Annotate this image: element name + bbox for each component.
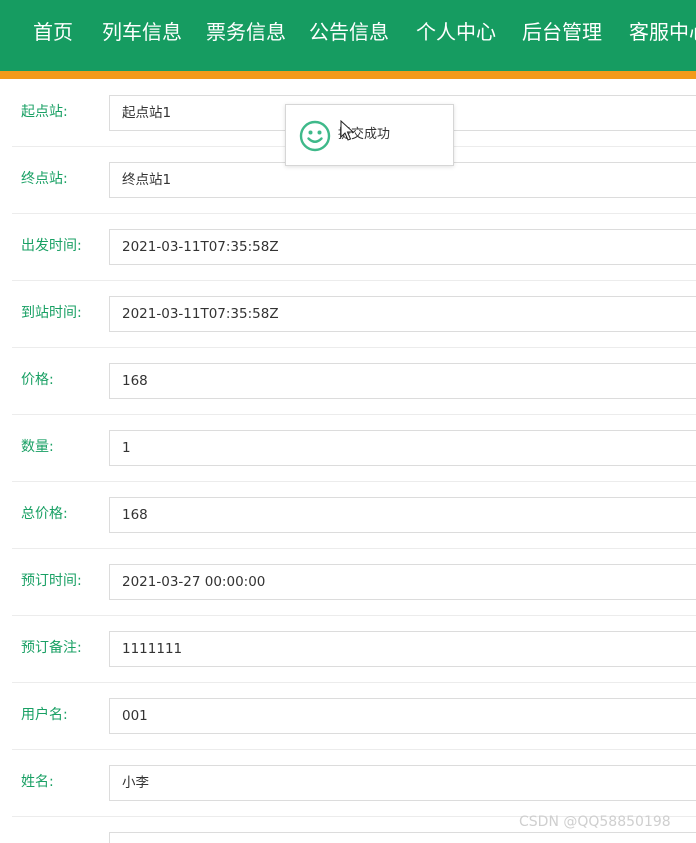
departure-time-input[interactable]: 2021-03-11T07:35:58Z: [109, 229, 696, 265]
booking-note-input[interactable]: 1111111: [109, 631, 696, 667]
form-row-arrival-time: 到站时间: 2021-03-11T07:35:58Z: [12, 280, 696, 348]
nav-item-home[interactable]: 首页: [33, 0, 73, 64]
total-price-input[interactable]: 168: [109, 497, 696, 533]
next-field-input[interactable]: [109, 832, 696, 843]
quantity-input[interactable]: 1: [109, 430, 696, 466]
nav-item-admin[interactable]: 后台管理: [522, 0, 602, 64]
field-label: 终点站:: [21, 171, 68, 187]
nav-item-trains[interactable]: 列车信息: [102, 0, 182, 64]
success-toast: 提交成功: [285, 104, 454, 166]
form-row-price: 价格: 168: [12, 347, 696, 415]
field-label: 用户名:: [21, 707, 68, 723]
field-label: 姓名:: [21, 774, 54, 790]
page: 首页 列车信息 票务信息 公告信息 个人中心 后台管理 客服中心 起点站: 起点…: [0, 0, 696, 843]
field-label: 预订时间:: [21, 573, 82, 589]
form-row-quantity: 数量: 1: [12, 414, 696, 482]
mouse-cursor-icon: [340, 120, 354, 141]
top-nav: 首页 列车信息 票务信息 公告信息 个人中心 后台管理 客服中心: [0, 0, 696, 71]
smile-icon: [299, 120, 331, 152]
form-row-total-price: 总价格: 168: [12, 481, 696, 549]
username-input[interactable]: 001: [109, 698, 696, 734]
field-label: 价格:: [21, 372, 54, 388]
name-input[interactable]: 小李: [109, 765, 696, 801]
price-input[interactable]: 168: [109, 363, 696, 399]
nav-item-notices[interactable]: 公告信息: [309, 0, 389, 64]
end-station-input[interactable]: 终点站1: [109, 162, 696, 198]
nav-accent-bar: [0, 71, 696, 79]
nav-item-personal-center[interactable]: 个人中心: [416, 0, 496, 64]
watermark: CSDN @QQ58850198: [519, 814, 671, 830]
booking-time-input[interactable]: 2021-03-27 00:00:00: [109, 564, 696, 600]
form-row-name: 姓名: 小李: [12, 749, 696, 817]
form-row-username: 用户名: 001: [12, 682, 696, 750]
field-label: 起点站:: [21, 104, 68, 120]
nav-item-customer-service[interactable]: 客服中心: [629, 0, 696, 64]
field-label: 到站时间:: [21, 305, 82, 321]
form-row-departure-time: 出发时间: 2021-03-11T07:35:58Z: [12, 213, 696, 281]
field-label: 预订备注:: [21, 640, 82, 656]
order-form: 起点站: 起点站1 终点站: 终点站1 出发时间: 2021-03-11T07:…: [0, 79, 696, 843]
field-label: 数量:: [21, 439, 54, 455]
nav-item-tickets[interactable]: 票务信息: [206, 0, 286, 64]
form-row-booking-time: 预订时间: 2021-03-27 00:00:00: [12, 548, 696, 616]
form-row-booking-note: 预订备注: 1111111: [12, 615, 696, 683]
arrival-time-input[interactable]: 2021-03-11T07:35:58Z: [109, 296, 696, 332]
field-label: 总价格:: [21, 506, 68, 522]
field-label: 出发时间:: [21, 238, 82, 254]
